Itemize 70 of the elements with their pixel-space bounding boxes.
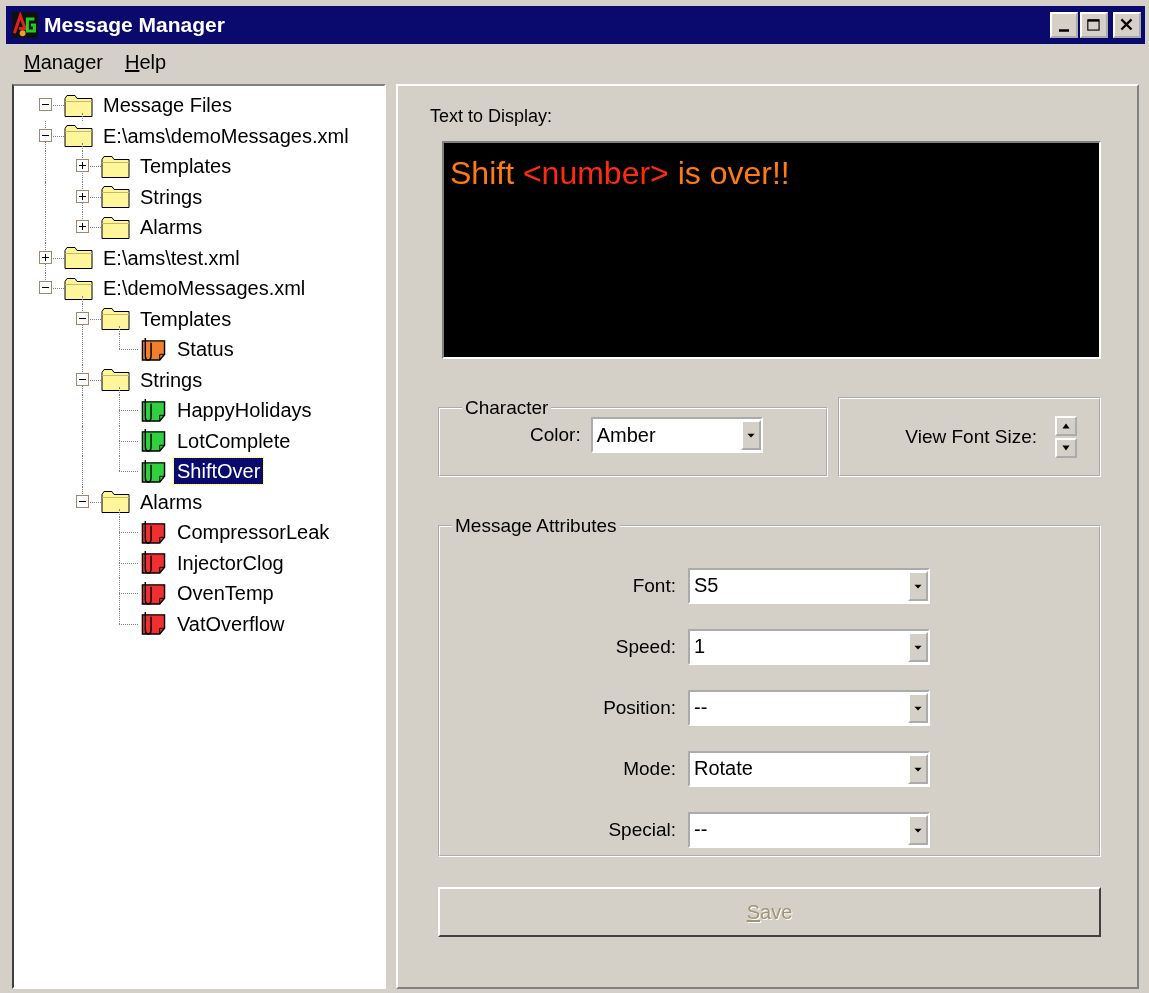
tree-item[interactable]: VatOverflow [174,610,288,637]
group-legend: Message Attributes [452,515,620,537]
display-text: is over!! [676,155,790,192]
tree-item[interactable]: Templates [137,153,235,180]
expander-icon[interactable] [76,311,89,325]
app-logo-icon [12,12,38,38]
spin-down-button[interactable] [1055,438,1077,458]
attribute-dropdown[interactable]: 1 [688,628,930,665]
folder-icon [64,275,94,301]
expander-icon[interactable] [39,250,52,264]
field-label: Position: [602,696,676,719]
window-title: Message Manager [44,13,226,37]
folder-icon [101,306,131,332]
tree-item[interactable]: HappyHolidays [174,397,315,424]
field-label: Color: [530,424,581,446]
folder-icon [101,367,131,393]
expander-icon[interactable] [76,189,89,203]
menu-item[interactable]: Help [124,50,167,74]
folder-icon [101,214,131,240]
attribute-dropdown[interactable]: -- [688,811,930,848]
expander-icon[interactable] [39,128,52,142]
minimize-button[interactable] [1050,12,1078,38]
up-arrow-icon [1060,421,1072,431]
expander-icon[interactable] [76,220,89,234]
group-legend: Character [462,397,552,419]
tree-item[interactable]: Message Files [100,92,235,119]
maximize-button[interactable] [1080,12,1108,38]
tree-item[interactable]: E:\ams\demoMessages.xml [100,122,352,149]
tree-item[interactable]: Strings [137,366,206,393]
folder-icon [64,92,94,118]
tree-item[interactable]: Status [174,336,237,363]
expander-icon[interactable] [76,494,89,508]
down-arrow-icon [1060,443,1072,453]
tree-item[interactable]: Strings [137,183,206,210]
tree-item[interactable]: E:\demoMessages.xml [100,275,309,302]
display-text: <number> [522,155,669,192]
folder-icon [101,489,131,515]
tree-item[interactable]: ShiftOver [174,458,264,485]
menu-item[interactable]: Manager [24,50,103,74]
expander-icon[interactable] [76,159,89,173]
field-label: Speed: [614,635,676,658]
expander-icon[interactable] [39,281,52,295]
tree-item[interactable]: E:\ams\test.xml [100,244,243,271]
tree-item[interactable]: LotComplete [174,427,294,454]
display-label: Text to Display: [430,106,554,127]
tree-item[interactable]: CompressorLeak [174,519,333,546]
folder-icon [64,123,94,149]
expander-icon[interactable] [39,98,52,112]
attribute-dropdown[interactable]: Rotate [688,750,930,787]
expander-icon[interactable] [76,372,89,386]
maximize-icon [1085,17,1103,33]
attribute-dropdown[interactable]: S5 [688,567,930,604]
spin-up-button[interactable] [1055,416,1077,436]
folder-icon [64,245,94,271]
color-dropdown[interactable]: Amber [590,417,763,453]
minimize-icon [1059,28,1069,32]
display-text: Shift [450,155,516,192]
attribute-dropdown[interactable]: -- [688,689,930,726]
folder-icon [101,184,131,210]
tree-item[interactable]: Templates [137,305,235,332]
tree-item[interactable]: Alarms [137,214,206,241]
tree-item[interactable]: OvenTemp [174,580,277,607]
field-label: Font: [631,574,676,597]
field-label: Mode: [622,757,676,780]
close-button[interactable] [1113,12,1141,38]
field-label: View Font Size: [905,426,1037,448]
field-label: Special: [607,818,676,841]
folder-icon [101,153,131,179]
tree-item[interactable]: InjectorClog [174,549,287,576]
tree-item[interactable]: Alarms [137,488,206,515]
